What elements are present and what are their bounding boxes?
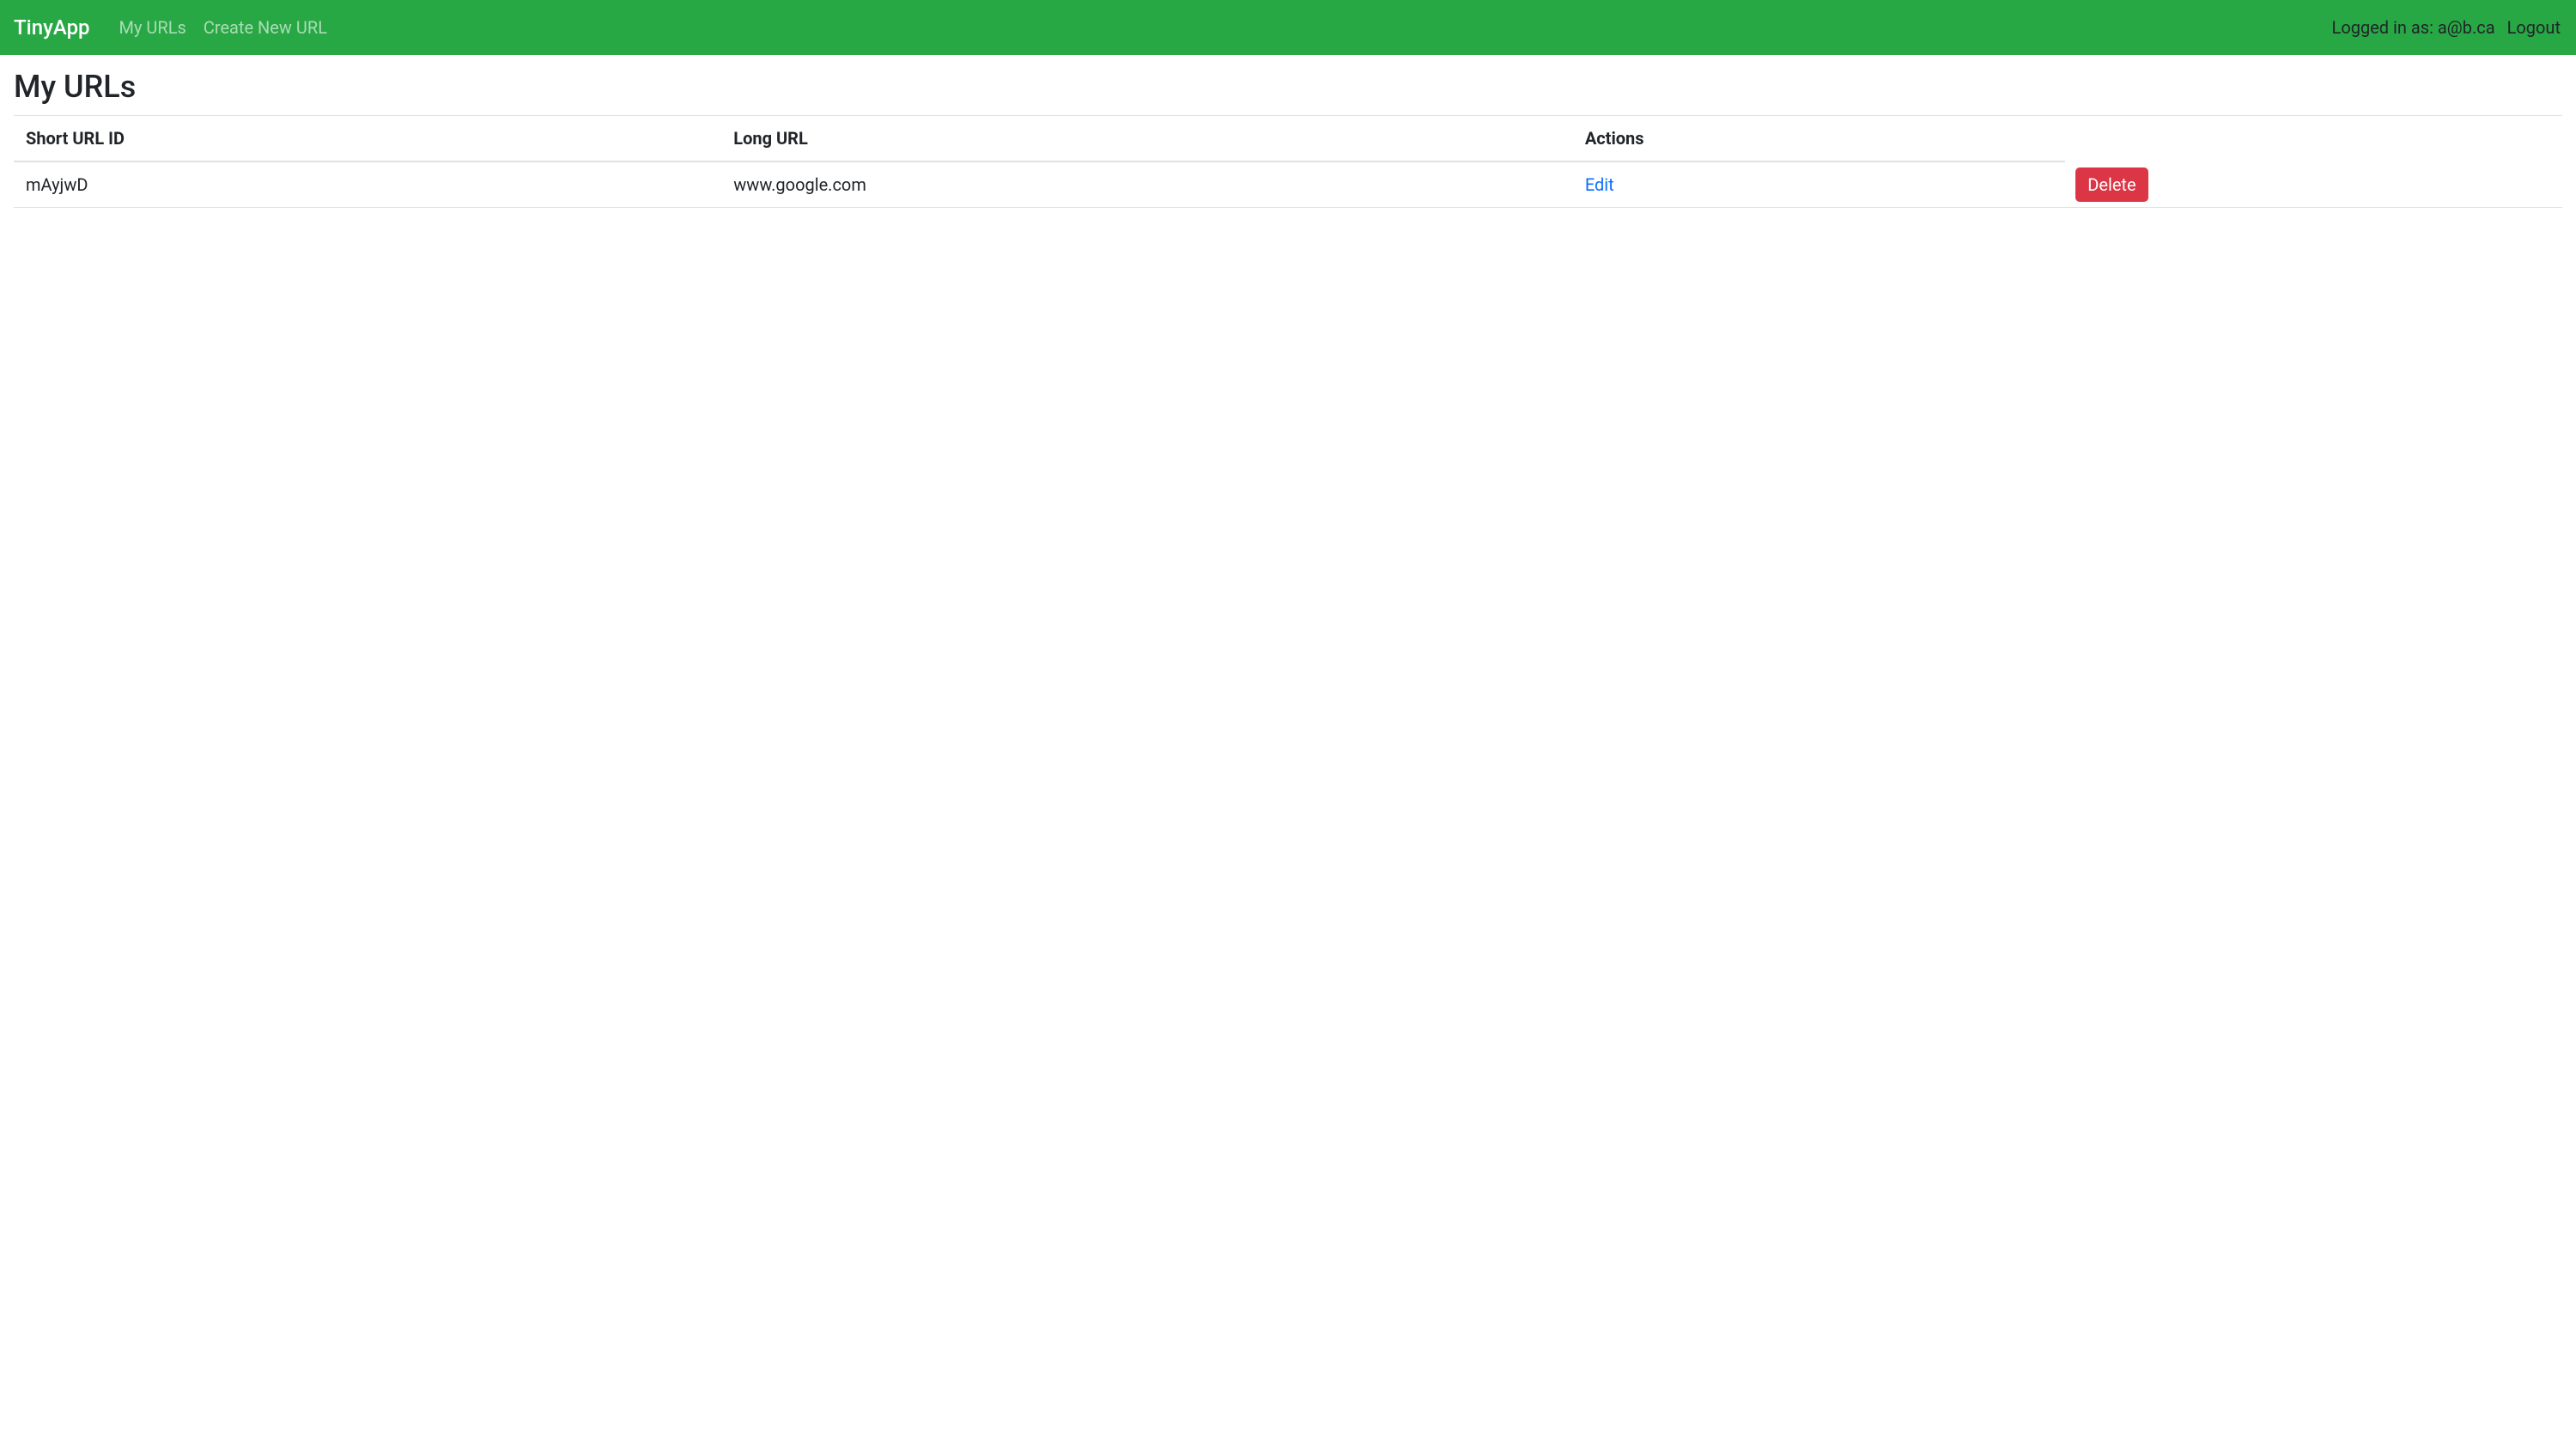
nav-links: My URLs Create New URL [111,17,2332,38]
page-title: My URLs [14,69,2562,105]
table-body: mAyjwD www.google.com Edit Delete [14,162,2562,208]
logged-in-status: Logged in as: a@b.ca [2332,17,2495,38]
navbar-right: Logged in as: a@b.ca Logout [2332,12,2562,43]
table-row: mAyjwD www.google.com Edit Delete [14,162,2562,208]
col-short-url-id: Short URL ID [14,116,721,161]
nav-create-new-url[interactable]: Create New URL [195,10,336,45]
nav-my-urls[interactable]: My URLs [111,10,195,45]
cell-long-url: www.google.com [721,162,1573,207]
navbar: TinyApp My URLs Create New URL Logged in… [0,0,2576,55]
col-long-url: Long URL [721,116,1573,161]
url-table-header: Short URL ID Long URL Actions [14,116,2065,162]
col-actions: Actions [1573,116,2065,161]
cell-short-id: mAyjwD [14,162,721,207]
edit-link[interactable]: Edit [1585,174,1614,195]
main-container: My URLs Short URL ID Long URL Actions mA… [0,55,2576,222]
logout-button[interactable]: Logout [2506,12,2562,43]
delete-button[interactable]: Delete [2075,167,2148,202]
brand-link[interactable]: TinyApp [14,15,90,40]
table-header-row: Short URL ID Long URL Actions [14,116,2065,161]
